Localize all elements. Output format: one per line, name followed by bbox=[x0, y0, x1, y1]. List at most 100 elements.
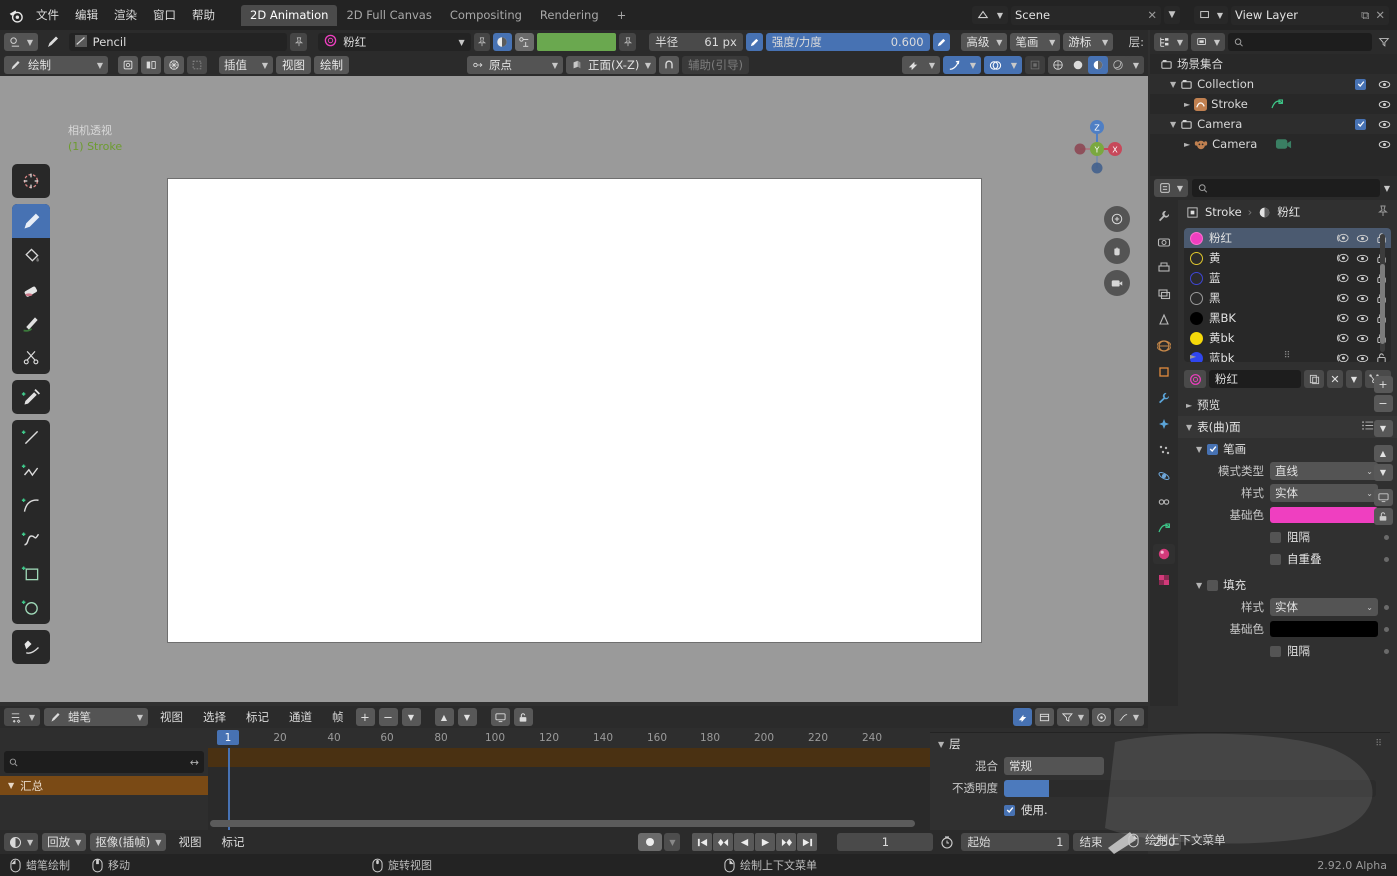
timeline-menu-view[interactable]: 视图 bbox=[170, 833, 209, 851]
pan-hand-icon[interactable] bbox=[1104, 238, 1130, 264]
view-layer-copy-icon[interactable]: ⧉ bbox=[1361, 8, 1369, 23]
polyline-tool[interactable] bbox=[12, 454, 50, 488]
dopesheet-menu-view[interactable]: 视图 bbox=[152, 708, 191, 726]
animate-dot-icon[interactable] bbox=[1384, 627, 1389, 632]
eyedropper-tool[interactable] bbox=[12, 380, 50, 414]
navigation-gizmo[interactable]: Z Y X bbox=[1066, 118, 1128, 180]
view-layer-browse-button[interactable]: ▼ bbox=[1194, 6, 1228, 24]
properties-search-field[interactable] bbox=[1213, 182, 1374, 195]
cutter-tool[interactable] bbox=[12, 340, 50, 374]
stroke-style-dropdown[interactable]: 实体 ⌄ bbox=[1270, 484, 1378, 502]
camera-view-icon[interactable] bbox=[1104, 270, 1130, 296]
prev-keyframe-icon[interactable] bbox=[713, 833, 733, 851]
menu-window[interactable]: 窗口 bbox=[145, 6, 184, 24]
material-list-scrollbar[interactable] bbox=[1380, 234, 1385, 352]
stroke-mode-dropdown[interactable]: 直线 ⌄ bbox=[1270, 462, 1378, 480]
wireframe-icon[interactable] bbox=[1048, 56, 1068, 74]
onion-icon[interactable] bbox=[1336, 312, 1349, 324]
dopesheet-menu-marker[interactable]: 标记 bbox=[238, 708, 277, 726]
shading-popover-icon[interactable]: ▼ bbox=[1128, 56, 1144, 74]
erase-tool[interactable] bbox=[12, 272, 50, 306]
draw-mode-icon[interactable] bbox=[118, 56, 138, 74]
eye-icon[interactable] bbox=[1356, 253, 1369, 264]
magnet-icon[interactable] bbox=[659, 56, 679, 74]
material-slot-list[interactable]: 粉红 黄 bbox=[1184, 228, 1391, 362]
material-slot-row[interactable]: 黑BK bbox=[1184, 308, 1391, 328]
material-slot-row[interactable]: 蓝 bbox=[1184, 268, 1391, 288]
mode-selector[interactable]: 绘制 ▼ bbox=[4, 56, 108, 74]
summary-channel-row[interactable]: ▼ 汇总 bbox=[0, 776, 208, 795]
select-mask-icon[interactable] bbox=[187, 56, 207, 74]
eye-icon[interactable] bbox=[1356, 313, 1369, 324]
surface-panel-header[interactable]: ▼ 表(曲)面 ⠿ bbox=[1178, 416, 1397, 438]
material-sphere-icon[interactable] bbox=[1184, 370, 1206, 388]
outliner-search-input[interactable] bbox=[1228, 33, 1372, 51]
lock-slot-button[interactable] bbox=[1374, 508, 1393, 525]
material-tab[interactable] bbox=[1153, 544, 1175, 564]
line-tool[interactable] bbox=[12, 420, 50, 454]
onion-icon[interactable] bbox=[1336, 232, 1349, 244]
outliner-row-camera-collection[interactable]: ▼ Camera bbox=[1150, 114, 1397, 134]
transform-pivot-selector[interactable]: 原点 ▼ bbox=[467, 56, 563, 74]
new-copy-icon[interactable] bbox=[1304, 370, 1324, 388]
output-tab[interactable] bbox=[1153, 258, 1175, 278]
animate-dot-icon[interactable] bbox=[1384, 605, 1389, 610]
brush-radius-slider[interactable]: 半径 61 px bbox=[649, 33, 743, 51]
guides-button[interactable]: 辅助(引导) bbox=[682, 56, 749, 74]
fill-basecolor-swatch[interactable] bbox=[1270, 621, 1378, 637]
outliner-row-collection[interactable]: ▼ Collection bbox=[1150, 74, 1397, 94]
brush-preset-icon[interactable]: ▼ bbox=[4, 33, 38, 51]
preview-panel-header[interactable]: ► 预览 ⠿ bbox=[1178, 394, 1397, 416]
strength-pressure-icon[interactable] bbox=[933, 33, 950, 51]
collapse-triangle-icon[interactable]: ► bbox=[1186, 401, 1192, 410]
workspace-tab-rendering[interactable]: Rendering bbox=[531, 5, 608, 26]
solid-icon[interactable] bbox=[1068, 56, 1088, 74]
expand-arrows-icon[interactable]: ↔ bbox=[190, 756, 199, 769]
playback-menu[interactable]: 回放▼ bbox=[42, 833, 86, 851]
workspace-tab-compositing[interactable]: Compositing bbox=[441, 5, 531, 26]
pencil-brush-icon[interactable] bbox=[41, 34, 66, 50]
properties-editor-icon[interactable]: ▼ bbox=[1154, 179, 1188, 197]
tool-tab[interactable] bbox=[1153, 206, 1175, 226]
material-slot-row[interactable]: 黄bk bbox=[1184, 328, 1391, 348]
fill-style-dropdown[interactable]: 实体 ⌄ bbox=[1270, 598, 1378, 616]
curve-tool[interactable] bbox=[12, 522, 50, 556]
record-icon[interactable] bbox=[638, 833, 662, 851]
next-keyframe-icon[interactable] bbox=[776, 833, 796, 851]
dopesheet-horizontal-scrollbar[interactable] bbox=[210, 820, 915, 827]
radius-pressure-icon[interactable] bbox=[746, 33, 763, 51]
view-layer-remove-icon[interactable]: ✕ bbox=[1375, 8, 1385, 23]
outliner-row-scene-collection[interactable]: 场景集合 bbox=[1150, 54, 1397, 74]
workspace-tab-2d-animation[interactable]: 2D Animation bbox=[241, 5, 337, 26]
current-frame-indicator[interactable]: 1 bbox=[217, 730, 239, 745]
stroke-subpanel-header[interactable]: ▼ 笔画 bbox=[1178, 438, 1397, 460]
expand-triangle-icon[interactable]: ▼ bbox=[1196, 581, 1202, 590]
outliner-row-camera-object[interactable]: ► Camera bbox=[1150, 134, 1397, 154]
scene-name-field[interactable]: Scene ✕ bbox=[1011, 6, 1161, 25]
x-icon[interactable]: ✕ bbox=[1327, 370, 1343, 388]
effects-tab[interactable] bbox=[1153, 414, 1175, 434]
scene-new-icon[interactable]: ▼ bbox=[1164, 6, 1180, 24]
triangle-up-icon[interactable]: ▲ bbox=[435, 708, 454, 726]
properties-options-icon[interactable]: ▼ bbox=[1384, 184, 1393, 193]
jump-end-icon[interactable] bbox=[797, 833, 817, 851]
keyframe-options-icon[interactable]: ▼ bbox=[402, 708, 421, 726]
properties-search-input[interactable] bbox=[1192, 179, 1380, 197]
eye-icon[interactable] bbox=[1356, 293, 1369, 304]
display-icon[interactable] bbox=[491, 708, 510, 726]
menu-render[interactable]: 渲染 bbox=[106, 6, 145, 24]
collection-checkbox[interactable] bbox=[1355, 119, 1366, 130]
list-options-triangle-icon[interactable]: ► bbox=[1190, 352, 1196, 361]
channel-search-input[interactable]: ↔ bbox=[4, 751, 204, 773]
menu-help[interactable]: 帮助 bbox=[184, 6, 223, 24]
timeline-menu-marker[interactable]: 标记 bbox=[213, 833, 252, 851]
viewport-canvas[interactable]: 相机透视 (1) Stroke bbox=[0, 76, 1148, 702]
expand-triangle-icon[interactable]: ▼ bbox=[8, 781, 14, 790]
eye-icon[interactable] bbox=[1356, 333, 1369, 344]
display-slot-button[interactable] bbox=[1374, 489, 1393, 506]
orientation-selector[interactable]: 正面(X-Z) ▼ bbox=[566, 56, 656, 74]
eye-icon[interactable] bbox=[1378, 118, 1391, 131]
filter-icon[interactable]: ▼ bbox=[1057, 708, 1089, 726]
eye-icon[interactable] bbox=[1356, 233, 1369, 244]
visibility-icon[interactable]: ▼ bbox=[902, 56, 940, 74]
